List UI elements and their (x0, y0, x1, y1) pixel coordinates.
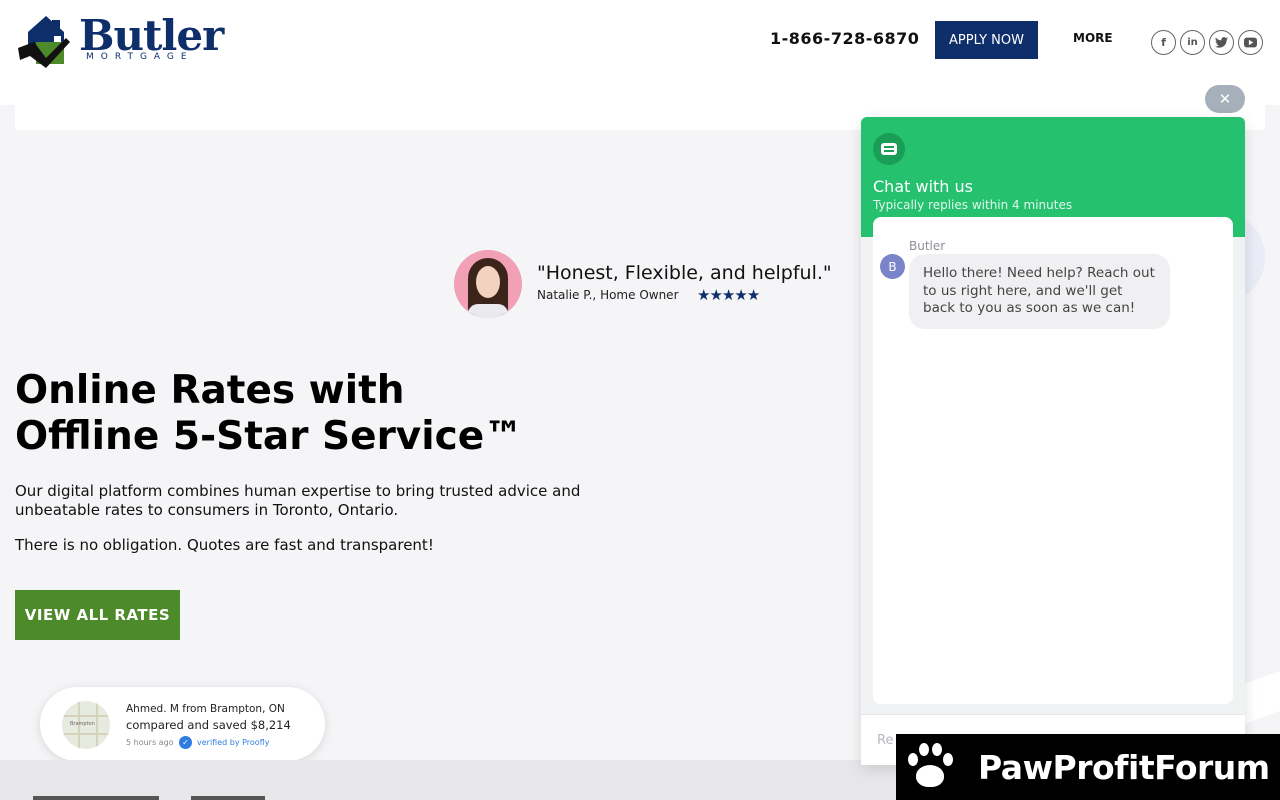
watermark-text: PawProfitForum (978, 747, 1270, 787)
star-icon: ★ (721, 286, 735, 304)
hero-description: Our digital platform combines human expe… (15, 482, 581, 519)
proof-timestamp: 5 hours ago (126, 738, 174, 747)
phone-number-link[interactable]: 1-866-728-6870 (770, 29, 919, 48)
chat-title: Chat with us (873, 177, 973, 196)
star-icon: ★ (746, 286, 760, 304)
chat-subtitle: Typically replies within 4 minutes (873, 198, 1073, 212)
more-menu-link[interactable]: MORE (1073, 31, 1113, 45)
section-tab (33, 796, 159, 800)
map-label: Brampton (70, 721, 95, 727)
proof-savings: compared and saved $8,214 (126, 718, 291, 732)
view-all-rates-button[interactable]: VIEW ALL RATES (15, 590, 180, 640)
linkedin-icon[interactable]: in (1180, 30, 1205, 55)
apply-now-button[interactable]: APPLY NOW (935, 21, 1038, 59)
butler-mortgage-logo[interactable]: Butler MORTGAGE (16, 12, 246, 72)
logo-subtitle: MORTGAGE (86, 52, 194, 62)
proof-verified-label: verified by Proofly (197, 738, 270, 747)
testimonial-quote: "Honest, Flexible, and helpful." (537, 262, 832, 284)
star-icon: ★ (734, 286, 747, 304)
social-proof-notification[interactable]: Brampton Ahmed. M from Brampton, ON comp… (40, 687, 325, 761)
chat-widget: Chat with us Typically replies within 4 … (861, 117, 1245, 765)
hero-title: Online Rates with Offline 5-Star Service… (15, 368, 635, 460)
star-icon: ★ (697, 286, 710, 304)
chat-sender-name: Butler (909, 239, 946, 253)
agent-avatar: B (880, 254, 905, 279)
facebook-icon[interactable]: f (1151, 30, 1176, 55)
section-tab (191, 796, 265, 800)
house-logo-icon (18, 16, 70, 68)
site-header: Butler MORTGAGE 1-866-728-6870 APPLY NOW… (0, 0, 1280, 105)
chat-bubble-icon (873, 133, 905, 165)
star-icon: ★ (709, 286, 722, 304)
chat-input[interactable]: Re (877, 733, 893, 748)
star-rating: ★★★★★ (697, 286, 760, 304)
chat-conversation: Butler B Hello there! Need help? Reach o… (873, 217, 1233, 704)
proof-name: Ahmed. M from Brampton, ON (126, 703, 285, 715)
hero-note: There is no obligation. Quotes are fast … (15, 536, 434, 554)
hero-title-line-2: Offline 5-Star Service™ (15, 414, 524, 459)
chat-message: Hello there! Need help? Reach out to us … (909, 254, 1170, 329)
testimonial-avatar (454, 250, 522, 318)
verified-check-icon: ✓ (179, 736, 192, 749)
paw-icon (904, 739, 960, 795)
map-thumbnail: Brampton (62, 701, 110, 749)
youtube-icon[interactable] (1238, 30, 1263, 55)
watermark-banner: PawProfitForum (896, 734, 1280, 800)
hero-title-line-1: Online Rates with (15, 368, 405, 413)
testimonial-author: Natalie P., Home Owner (537, 288, 679, 302)
twitter-icon[interactable] (1209, 30, 1234, 55)
chat-close-button[interactable]: ✕ (1205, 85, 1245, 113)
